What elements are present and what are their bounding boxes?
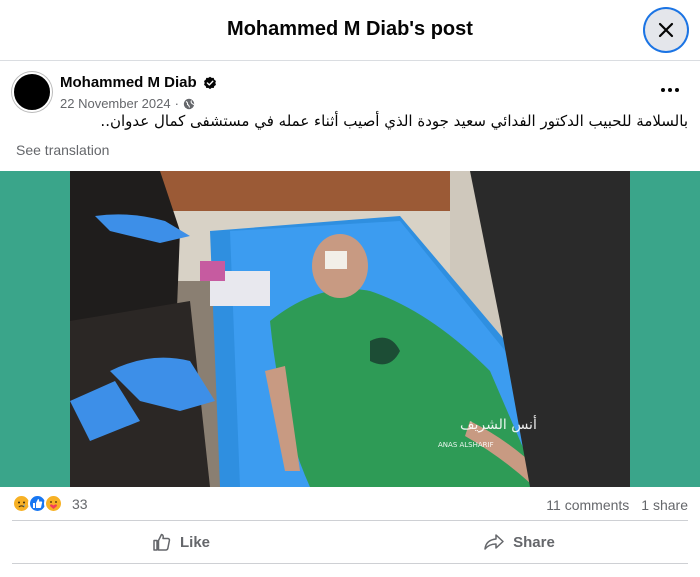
post-meta: 22 November 2024 ·: [60, 96, 195, 111]
care-react-icon: [44, 494, 63, 513]
share-icon: [484, 534, 504, 550]
author-avatar[interactable]: [12, 72, 52, 112]
close-icon: [658, 22, 674, 38]
post-text: بالسلامة للحبيب الدكتور الفدائي سعيد جود…: [100, 112, 688, 130]
video-watermark: ANAS ALSHARIF: [438, 441, 494, 449]
post-video[interactable]: أنس الشريف ANAS ALSHARIF: [70, 171, 630, 487]
meta-separator: ·: [174, 96, 179, 111]
like-label: Like: [179, 533, 210, 551]
share-label: Share: [513, 533, 555, 551]
more-icon: [661, 88, 679, 92]
shares-count-link[interactable]: 1 share: [641, 497, 688, 513]
video-frame-image: أنس الشريف ANAS ALSHARIF: [70, 171, 630, 487]
reaction-summary[interactable]: 33: [12, 494, 88, 513]
globe-icon: [183, 98, 195, 109]
comments-count-link[interactable]: 11 comments: [546, 497, 629, 513]
share-button[interactable]: Share: [350, 521, 688, 563]
post-date[interactable]: 22 November 2024: [60, 96, 171, 111]
thumbs-up-icon: [153, 533, 171, 551]
author-row: Mohammed M Diab: [60, 74, 217, 91]
post-actions: Like Share: [12, 520, 688, 564]
verified-icon: [203, 76, 216, 89]
see-translation-link[interactable]: See translation: [16, 142, 109, 158]
more-options-button[interactable]: [652, 75, 688, 105]
author-name[interactable]: Mohammed M Diab: [60, 74, 197, 91]
dialog-title: Mohammed M Diab's post: [227, 18, 473, 40]
post-media: أنس الشريف ANAS ALSHARIF: [0, 171, 700, 487]
reaction-count: 33: [72, 495, 88, 512]
dialog-header: Mohammed M Diab's post: [0, 0, 700, 61]
close-button[interactable]: [645, 9, 687, 51]
like-button[interactable]: Like: [12, 521, 350, 563]
engagement-stats: 11 comments 1 share: [546, 497, 688, 513]
svg-text:أنس الشريف: أنس الشريف: [460, 415, 537, 433]
